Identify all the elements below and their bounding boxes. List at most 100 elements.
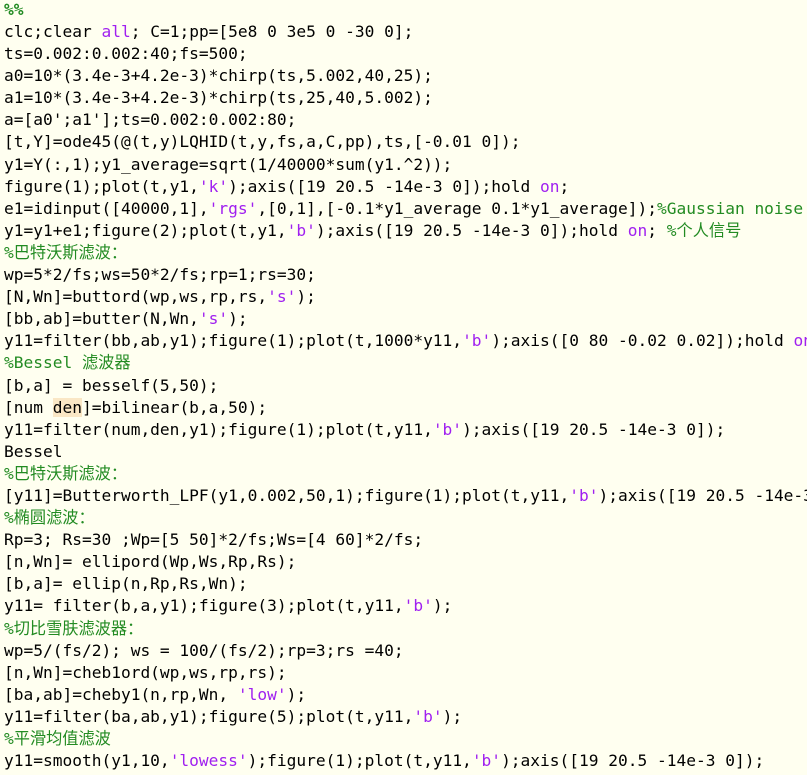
code-line[interactable]: %平滑均值滤波	[4, 728, 807, 750]
code-line[interactable]: %Bessel 滤波器	[4, 352, 807, 374]
code-string: on	[793, 331, 807, 351]
code-line[interactable]: a1=10*(3.4e-3+4.2e-3)*chirp(ts,25,40,5.0…	[4, 87, 807, 109]
code-lines[interactable]: %% clc;clear all; C=1;pp=[5e8 0 3e5 0 -30…	[4, 0, 807, 772]
code-string: 's'	[198, 309, 229, 329]
code-line[interactable]: figure(1);plot(t,y1,'k');axis([19 20.5 -…	[4, 176, 807, 198]
code-string: 'b'	[403, 596, 433, 616]
code-comment: %巴特沃斯滤波：	[4, 463, 128, 483]
code-line[interactable]: [n,Wn]= ellipord(Wp,Ws,Rp,Rs);	[4, 551, 807, 573]
code-text: y11=filter(ba,ab,y1);figure(5);plot(t,y1…	[4, 706, 414, 726]
code-string: 'b'	[471, 751, 502, 771]
code-text: [bb,ab]=butter(N,Wn,	[4, 309, 199, 329]
code-highlight: den	[52, 397, 82, 417]
code-text: y11= filter(b,a,y1);figure(3);plot(t,y11…	[4, 596, 404, 616]
code-line[interactable]: [bb,ab]=butter(N,Wn,'s');	[4, 308, 807, 330]
code-line[interactable]: y11=filter(num,den,y1);figure(1);plot(t,…	[4, 419, 807, 441]
code-line[interactable]: wp=5*2/fs;ws=50*2/fs;rp=1;rs=30;	[4, 264, 807, 286]
code-text: a=[a0';a1'];ts=0.002:0.002:80;	[4, 110, 297, 130]
code-text: [ba,ab]=cheby1(n,rp,Wn,	[4, 684, 238, 704]
code-text: ;	[647, 220, 667, 240]
code-line[interactable]: %巴特沃斯滤波：	[4, 463, 807, 485]
code-comment: %平滑均值滤波	[4, 729, 111, 748]
code-text: a1=10*(3.4e-3+4.2e-3)*chirp(ts,25,40,5.0…	[4, 88, 433, 108]
code-text: );	[442, 706, 463, 726]
code-text: [t,Y]=ode45(@(t,y)LQHID(t,y,fs,a,C,pp),t…	[4, 132, 521, 152]
code-comment: %Bessel 滤波器	[4, 353, 131, 373]
code-line[interactable]: [num den]=bilinear(b,a,50);	[4, 397, 807, 419]
code-comment: %Gaussian noise	[656, 198, 804, 218]
code-text: a0=10*(3.4e-3+4.2e-3)*chirp(ts,5.002,40,…	[4, 66, 433, 86]
code-text: ts=0.002:0.002:40;fs=500;	[4, 44, 248, 64]
code-line[interactable]: y1=Y(:,1);y1_average=sqrt(1/40000*sum(y1…	[4, 154, 807, 176]
code-text: [y11]=Butterworth_LPF(y1,0.002,50,1);fig…	[4, 485, 570, 505]
code-line[interactable]: [b,a]= ellip(n,Rp,Rs,Wn);	[4, 573, 807, 595]
code-string: 'b'	[432, 419, 463, 439]
code-text: ,[0,1],[-0.1*y1_average 0.1*y1_average])…	[257, 198, 657, 218]
code-line[interactable]: [y11]=Butterworth_LPF(y1,0.002,50,1);fig…	[4, 485, 807, 507]
code-comment: %%	[4, 0, 24, 19]
code-line[interactable]: e1=idinput([40000,1],'rgs',[0,1],[-0.1*y…	[4, 198, 807, 220]
code-string: 'b'	[413, 706, 443, 726]
code-text: );	[432, 596, 453, 616]
code-text: wp=5*2/fs;ws=50*2/fs;rp=1;rs=30;	[4, 265, 316, 285]
code-text: [N,Wn]=buttord(wp,ws,rp,rs,	[4, 287, 268, 307]
code-line[interactable]: clc;clear all; C=1;pp=[5e8 0 3e5 0 -30 0…	[4, 21, 807, 43]
code-line[interactable]: y11=filter(ba,ab,y1);figure(5);plot(t,y1…	[4, 706, 807, 728]
code-text: Rp=3; Rs=30 ;Wp=[5 50]*2/fs;Ws=[4 60]*2/…	[4, 530, 424, 550]
code-text: y11=smooth(y1,10,	[4, 751, 170, 771]
code-comment: %个人信号	[666, 220, 742, 240]
code-string: 's'	[267, 287, 297, 307]
code-text: );figure(1);plot(t,y11,	[247, 751, 472, 771]
code-line[interactable]: [b,a] = besself(5,50);	[4, 375, 807, 397]
code-line[interactable]: y11=filter(bb,ab,y1);figure(1);plot(t,10…	[4, 330, 807, 352]
code-text: );axis([19 20.5 -14e-3 0]);	[462, 419, 726, 439]
code-text: e1=idinput([40000,1],	[4, 198, 209, 218]
code-line[interactable]: [n,Wn]=cheb1ord(wp,ws,rp,rs);	[4, 662, 807, 684]
code-line[interactable]: wp=5/(fs/2); ws = 100/(fs/2);rp=3;rs =40…	[4, 640, 807, 662]
code-string: 'rgs'	[208, 198, 258, 218]
code-string: 'low'	[237, 684, 287, 704]
code-text: y1=y1+e1;figure(2);plot(t,y1,	[4, 220, 287, 240]
code-line[interactable]: y11= filter(b,a,y1);figure(3);plot(t,y11…	[4, 595, 807, 617]
code-line[interactable]: %椭圆滤波：	[4, 507, 807, 529]
code-line[interactable]: Bessel	[4, 441, 807, 463]
code-line[interactable]: %%	[4, 0, 807, 21]
code-string: on	[627, 220, 648, 240]
code-editor[interactable]: %% clc;clear all; C=1;pp=[5e8 0 3e5 0 -30…	[0, 0, 807, 775]
code-text: );axis([19 20.5 -14e-3 0]);	[501, 751, 765, 771]
code-text: );	[286, 684, 307, 704]
code-line[interactable]: %切比雪肤滤波器：	[4, 618, 807, 640]
code-string: 'lowess'	[169, 751, 248, 771]
code-text: figure(1);plot(t,y1,	[4, 176, 199, 196]
code-text: wp=5/(fs/2); ws = 100/(fs/2);rp=3;rs =40…	[4, 640, 404, 660]
code-text: );axis([0 80 -0.02 0.02]);hold	[491, 331, 794, 351]
code-text: );axis([19 20.5 -14e-3 0]);hold	[228, 176, 541, 196]
code-text: [n,Wn]=cheb1ord(wp,ws,rp,rs);	[4, 662, 287, 682]
code-comment: %巴特沃斯滤波：	[4, 242, 128, 262]
code-line[interactable]: Rp=3; Rs=30 ;Wp=[5 50]*2/fs;Ws=[4 60]*2/…	[4, 529, 807, 551]
code-text: ; C=1;pp=[5e8 0 3e5 0 -30 0];	[130, 22, 414, 41]
code-string: on	[540, 176, 560, 196]
code-line[interactable]: a=[a0';a1'];ts=0.002:0.002:80;	[4, 109, 807, 131]
code-line[interactable]: [N,Wn]=buttord(wp,ws,rp,rs,'s');	[4, 286, 807, 308]
code-text: );axis([19 20.5 -14e-3 0]);	[598, 485, 807, 505]
code-text: Bessel	[4, 441, 63, 461]
code-text: y11=filter(bb,ab,y1);figure(1);plot(t,10…	[4, 331, 463, 351]
code-line[interactable]: y1=y1+e1;figure(2);plot(t,y1,'b');axis([…	[4, 220, 807, 242]
code-line[interactable]: y11=smooth(y1,10,'lowess');figure(1);plo…	[4, 750, 807, 772]
code-line[interactable]: %巴特沃斯滤波：	[4, 242, 807, 264]
code-text: y1=Y(:,1);y1_average=sqrt(1/40000*sum(y1…	[4, 154, 453, 174]
code-text: ]=bilinear(b,a,50);	[81, 397, 268, 417]
code-text: );	[228, 309, 248, 329]
code-line[interactable]: [ba,ab]=cheby1(n,rp,Wn, 'low');	[4, 684, 807, 706]
code-line[interactable]: ts=0.002:0.002:40;fs=500;	[4, 43, 807, 65]
code-line[interactable]: a0=10*(3.4e-3+4.2e-3)*chirp(ts,5.002,40,…	[4, 65, 807, 87]
code-text: [b,a] = besself(5,50);	[4, 375, 219, 395]
code-text: y11=filter(num,den,y1);figure(1);plot(t,…	[4, 419, 433, 439]
code-text: );axis([19 20.5 -14e-3 0]);hold	[315, 220, 628, 240]
code-text: [b,a]= ellip(n,Rp,Rs,Wn);	[4, 574, 248, 594]
code-text: ;	[559, 176, 570, 196]
code-string: 'b'	[286, 220, 316, 240]
code-string: 'k'	[198, 176, 229, 196]
code-line[interactable]: [t,Y]=ode45(@(t,y)LQHID(t,y,fs,a,C,pp),t…	[4, 131, 807, 153]
